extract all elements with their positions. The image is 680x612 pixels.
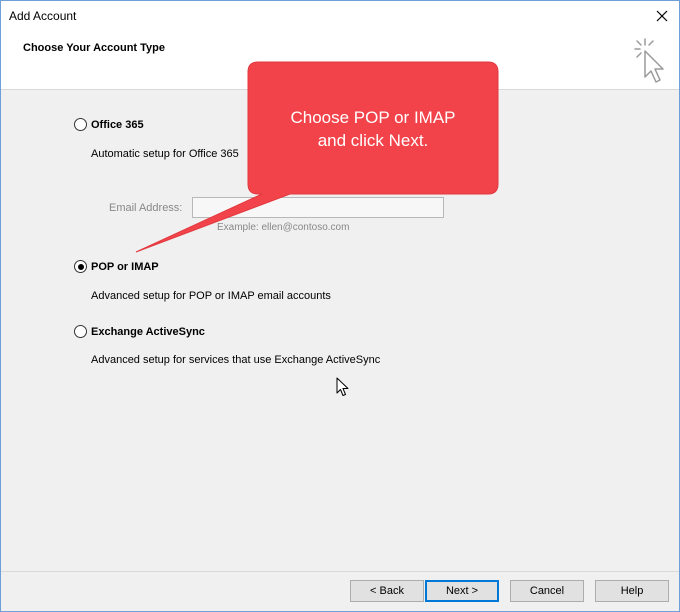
email-address-input[interactable] [192,197,444,218]
close-icon [656,10,668,22]
dialog-footer: < Back Next > Cancel Help [1,571,679,611]
activesync-radio[interactable] [74,325,87,338]
option-exchange-activesync[interactable]: Exchange ActiveSync [74,325,205,338]
email-address-label: Email Address: [109,202,183,214]
next-button[interactable]: Next > [425,580,499,602]
office365-label: Office 365 [91,118,144,131]
option-office365[interactable]: Office 365 [74,118,144,131]
callout-line-1: Choose POP or IMAP [290,108,456,127]
pop-imap-radio[interactable] [74,260,87,273]
office365-radio[interactable] [74,118,87,131]
mouse-pointer-icon [336,377,349,396]
dialog-header: Choose Your Account Type [1,32,679,90]
callout-text: Choose POP or IMAP and click Next. [248,106,498,152]
title-bar: Add Account [1,1,679,32]
help-button[interactable]: Help [595,580,669,602]
activesync-label: Exchange ActiveSync [91,325,205,338]
callout-line-2: and click Next. [317,131,429,150]
cancel-button[interactable]: Cancel [510,580,584,602]
pop-imap-description: Advanced setup for POP or IMAP email acc… [91,290,331,302]
option-pop-imap[interactable]: POP or IMAP [74,260,159,273]
add-account-dialog: Add Account Choose Your Account Type Off… [0,0,680,612]
page-title: Choose Your Account Type [23,42,165,54]
close-button[interactable] [651,6,673,26]
window-title: Add Account [9,9,77,23]
pop-imap-label: POP or IMAP [91,260,159,273]
back-button[interactable]: < Back [350,580,424,602]
account-type-options: Office 365 Automatic setup for Office 36… [1,91,679,571]
activesync-description: Advanced setup for services that use Exc… [91,354,381,366]
email-example-text: Example: ellen@contoso.com [217,222,350,233]
cursor-sparkle-icon [629,37,669,87]
office365-description: Automatic setup for Office 365 [91,148,239,160]
